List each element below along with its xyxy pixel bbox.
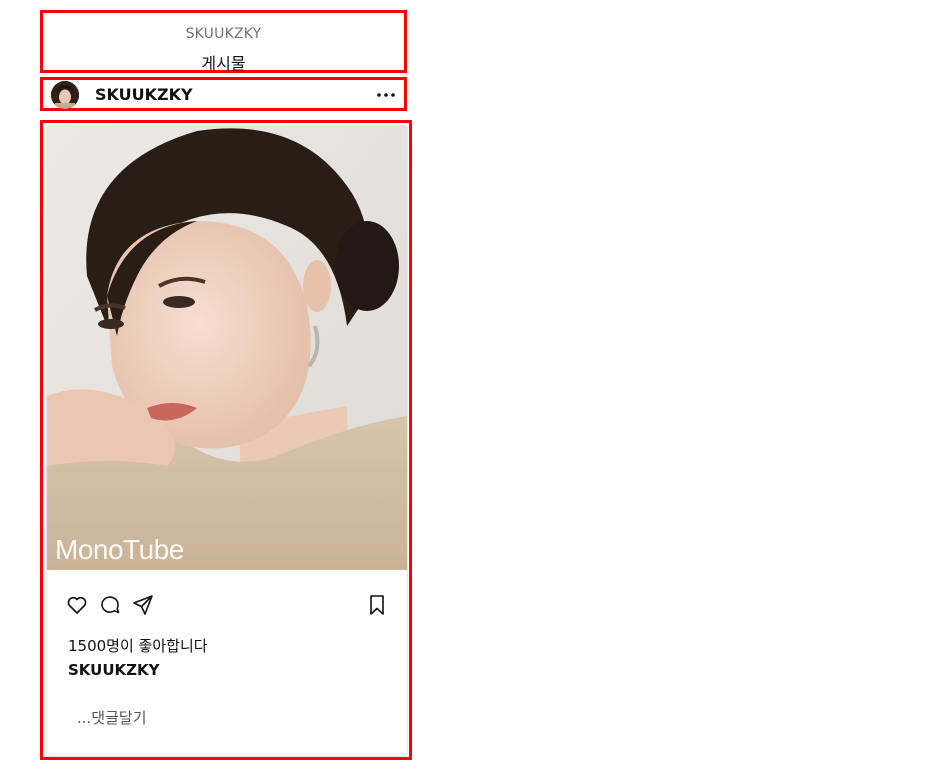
- post-container: MonoTube 1500명이 좋아합니다 SKUUKZKY ...댓글달기: [40, 120, 412, 760]
- header-username: SKUUKZKY: [185, 26, 262, 42]
- post-action-bar: [47, 589, 407, 621]
- avatar[interactable]: [51, 81, 79, 109]
- more-horizontal-icon[interactable]: [374, 83, 398, 107]
- send-icon[interactable]: [131, 593, 155, 617]
- heart-icon[interactable]: [65, 593, 89, 617]
- comment-icon[interactable]: [98, 593, 122, 617]
- page-title: 게시물: [201, 54, 246, 73]
- post-image[interactable]: MonoTube: [47, 126, 407, 570]
- post-author-bar: SKUUKZKY: [40, 77, 407, 111]
- likes-count[interactable]: 1500명이 좋아합니다: [68, 635, 208, 656]
- bookmark-icon[interactable]: [365, 593, 389, 617]
- add-comment-link[interactable]: ...댓글달기: [77, 707, 147, 728]
- image-watermark: MonoTube: [55, 534, 184, 565]
- post-card: MonoTube 1500명이 좋아합니다 SKUUKZKY ...댓글달기: [46, 125, 408, 757]
- post-page-header: SKUUKZKY 게시물: [40, 10, 407, 73]
- caption-username[interactable]: SKUUKZKY: [68, 661, 160, 679]
- post-author-username[interactable]: SKUUKZKY: [95, 85, 193, 104]
